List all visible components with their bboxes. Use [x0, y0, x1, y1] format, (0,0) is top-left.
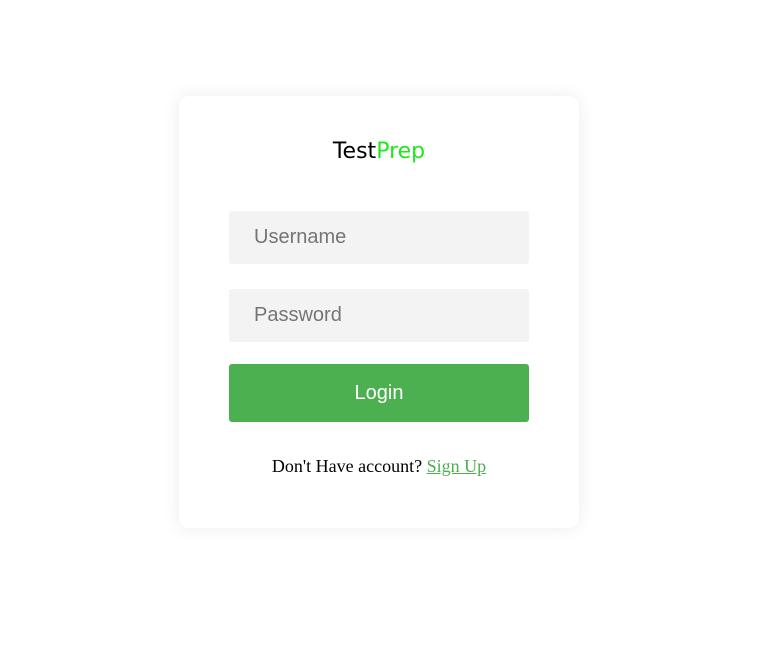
login-card: TestPrep Login Don't Have account? Sign …: [179, 96, 579, 528]
logo-text-prep: Prep: [376, 139, 426, 164]
signup-prompt: Don't Have account? Sign Up: [179, 456, 579, 477]
password-input[interactable]: [229, 289, 529, 342]
login-button[interactable]: Login: [229, 364, 529, 422]
app-logo: TestPrep: [179, 138, 579, 166]
logo-text-test: Test: [332, 139, 377, 164]
username-input[interactable]: [229, 211, 529, 264]
signup-prompt-text: Don't Have account?: [271, 456, 427, 476]
signup-link[interactable]: Sign Up: [427, 456, 487, 476]
